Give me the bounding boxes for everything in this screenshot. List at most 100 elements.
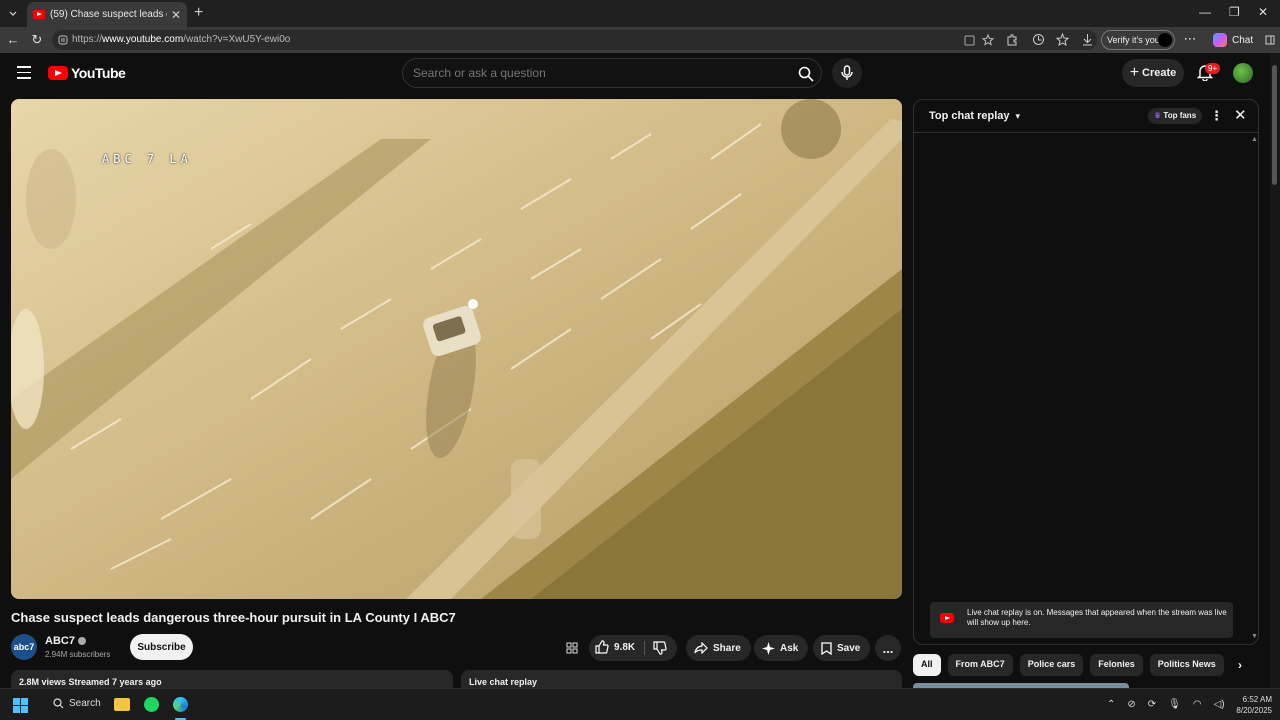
- address-bar-row: ← ↻ https://www.youtube.com/watch?v=XwU5…: [0, 27, 1280, 53]
- hamburger-menu-icon[interactable]: [17, 66, 31, 83]
- copilot-chat-button[interactable]: Chat: [1213, 33, 1253, 47]
- downloads-icon[interactable]: [1081, 33, 1094, 46]
- live-chat-replay-label: Live chat replay: [469, 677, 538, 687]
- favorite-star-icon[interactable]: [982, 34, 994, 46]
- like-dislike-group: 9.8K: [589, 635, 677, 661]
- update-icon[interactable]: ⟳: [1148, 699, 1156, 710]
- restore-icon[interactable]: ❐: [1229, 5, 1240, 19]
- browser-tab[interactable]: (59) Chase suspect leads dangerous three…: [27, 2, 187, 27]
- like-count: 9.8K: [614, 641, 636, 653]
- video-stats: 2.8M views Streamed 7 years ago: [19, 677, 162, 687]
- clip-grid-icon[interactable]: [566, 642, 578, 654]
- chat-mode-label: Top chat replay: [929, 110, 1010, 122]
- search-input[interactable]: [413, 66, 773, 80]
- create-label: Create: [1142, 67, 1177, 79]
- windows-taskbar: Search ⌃ ⊘ ⟳ 🎙︎ ◠ ◁) 6:52 AM 8/20/2025: [0, 688, 1280, 720]
- tab-title: (59) Chase suspect leads dangerous three…: [50, 9, 167, 20]
- wifi-icon[interactable]: ◠: [1193, 699, 1202, 710]
- create-button[interactable]: + Create: [1122, 59, 1184, 87]
- youtube-logo-text: YouTube: [71, 65, 126, 81]
- tab-close-icon[interactable]: ✕: [171, 8, 181, 22]
- taskbar-search[interactable]: Search: [53, 698, 101, 709]
- video-player[interactable]: ABC 7 LA: [11, 99, 902, 599]
- video-frame-highway: [11, 99, 902, 599]
- sidebar-toggle-icon[interactable]: [1265, 35, 1275, 45]
- back-icon[interactable]: ←: [6, 33, 20, 47]
- youtube-logo[interactable]: YouTube: [48, 65, 126, 81]
- chip-politics-news[interactable]: Politics News: [1149, 654, 1224, 676]
- file-explorer-icon[interactable]: [114, 698, 130, 711]
- taskbar-clock[interactable]: 6:52 AM 8/20/2025: [1228, 694, 1272, 716]
- top-fans-button[interactable]: ♛ Top fans: [1148, 108, 1203, 124]
- like-divider: [644, 641, 645, 655]
- chat-scroll-up-icon[interactable]: ▲: [1251, 136, 1258, 143]
- chat-mode-dropdown[interactable]: Top chat replay ▾: [929, 110, 1020, 122]
- subscribe-button[interactable]: Subscribe: [130, 634, 193, 660]
- channel-name-link[interactable]: ABC7: [45, 635, 86, 647]
- plus-icon: +: [1129, 64, 1140, 81]
- chip-all[interactable]: All: [913, 654, 941, 676]
- page-scrollbar-thumb[interactable]: [1272, 65, 1277, 185]
- url-field[interactable]: https://www.youtube.com/watch?v=XwU5Y-ew…: [52, 30, 1097, 50]
- window-close-icon[interactable]: ✕: [1258, 5, 1268, 19]
- channel-avatar-text: abc7: [13, 642, 35, 652]
- battery-saver-icon[interactable]: ⊘: [1127, 699, 1135, 710]
- mic-tray-icon[interactable]: 🎙︎: [1168, 699, 1181, 710]
- abc7-la-watermark: ABC 7 LA: [102, 152, 192, 166]
- chat-scroll-down-icon[interactable]: ▼: [1251, 633, 1258, 640]
- browser-essentials-icon[interactable]: [1032, 33, 1045, 46]
- thumbs-down-icon[interactable]: [653, 641, 667, 655]
- bookmark-icon: [821, 641, 832, 655]
- browser-tab-bar: (59) Chase suspect leads dangerous three…: [0, 0, 1280, 27]
- edge-browser-icon[interactable]: [173, 697, 188, 712]
- site-info-icon[interactable]: [58, 35, 68, 45]
- like-button[interactable]: 9.8K: [595, 640, 635, 654]
- page-scrollbar[interactable]: [1270, 53, 1280, 688]
- youtube-notice-icon: [940, 613, 954, 623]
- search-box[interactable]: [402, 58, 822, 88]
- tab-list-icon[interactable]: [4, 5, 22, 23]
- chip-police-cars[interactable]: Police cars: [1019, 654, 1084, 676]
- search-icon[interactable]: [798, 66, 814, 82]
- chip-felonies[interactable]: Felonies: [1090, 654, 1143, 676]
- share-button[interactable]: Share: [686, 635, 751, 661]
- youtube-favicon-icon: [33, 10, 45, 19]
- windows-start-icon[interactable]: [13, 698, 28, 713]
- minimize-icon[interactable]: —: [1199, 5, 1211, 19]
- verify-label: Verify it's you: [1107, 35, 1160, 45]
- chat-more-icon[interactable]: ⋮: [1210, 108, 1223, 124]
- url-text: https://www.youtube.com/watch?v=XwU5Y-ew…: [72, 34, 291, 45]
- chips-next-icon[interactable]: ›: [1238, 658, 1242, 672]
- refresh-icon[interactable]: ↻: [30, 33, 44, 47]
- more-actions-button[interactable]: ...: [875, 635, 901, 661]
- account-avatar[interactable]: [1233, 63, 1253, 83]
- tray-overflow-icon[interactable]: ⌃: [1107, 699, 1115, 710]
- ask-button[interactable]: Ask: [754, 635, 809, 661]
- copilot-icon: [1213, 33, 1227, 47]
- new-tab-icon[interactable]: +: [194, 5, 203, 21]
- volume-icon[interactable]: ◁): [1214, 699, 1225, 710]
- chat-close-icon[interactable]: ✕: [1234, 106, 1247, 124]
- save-label: Save: [837, 642, 861, 654]
- chat-notice-text: Live chat replay is on. Messages that ap…: [967, 608, 1227, 627]
- save-button[interactable]: Save: [813, 635, 871, 661]
- extensions-icon[interactable]: [1005, 33, 1018, 46]
- youtube-play-icon: [48, 66, 68, 80]
- browser-menu-icon[interactable]: ⋯: [1183, 32, 1197, 46]
- chat-header: Top chat replay ▾ ♛ Top fans ⋮ ✕: [914, 100, 1258, 133]
- video-title: Chase suspect leads dangerous three-hour…: [11, 610, 456, 625]
- chip-from-abc7[interactable]: From ABC7: [947, 654, 1013, 676]
- chat-label: Chat: [1232, 34, 1254, 46]
- collections-icon[interactable]: [1056, 33, 1069, 46]
- spotify-icon[interactable]: [144, 697, 159, 712]
- taskbar-search-icon: [53, 698, 64, 709]
- sparkle-icon: [762, 641, 775, 655]
- microphone-icon: [841, 65, 853, 80]
- related-filter-chips: All From ABC7 Police cars Felonies Polit…: [913, 654, 1233, 676]
- thumbs-up-icon: [595, 640, 609, 654]
- voice-search-button[interactable]: [832, 58, 862, 88]
- verified-badge-icon: [77, 637, 86, 646]
- reader-mode-icon[interactable]: [964, 35, 975, 46]
- verify-profile-button[interactable]: Verify it's you: [1101, 30, 1175, 50]
- channel-avatar[interactable]: abc7: [11, 634, 37, 660]
